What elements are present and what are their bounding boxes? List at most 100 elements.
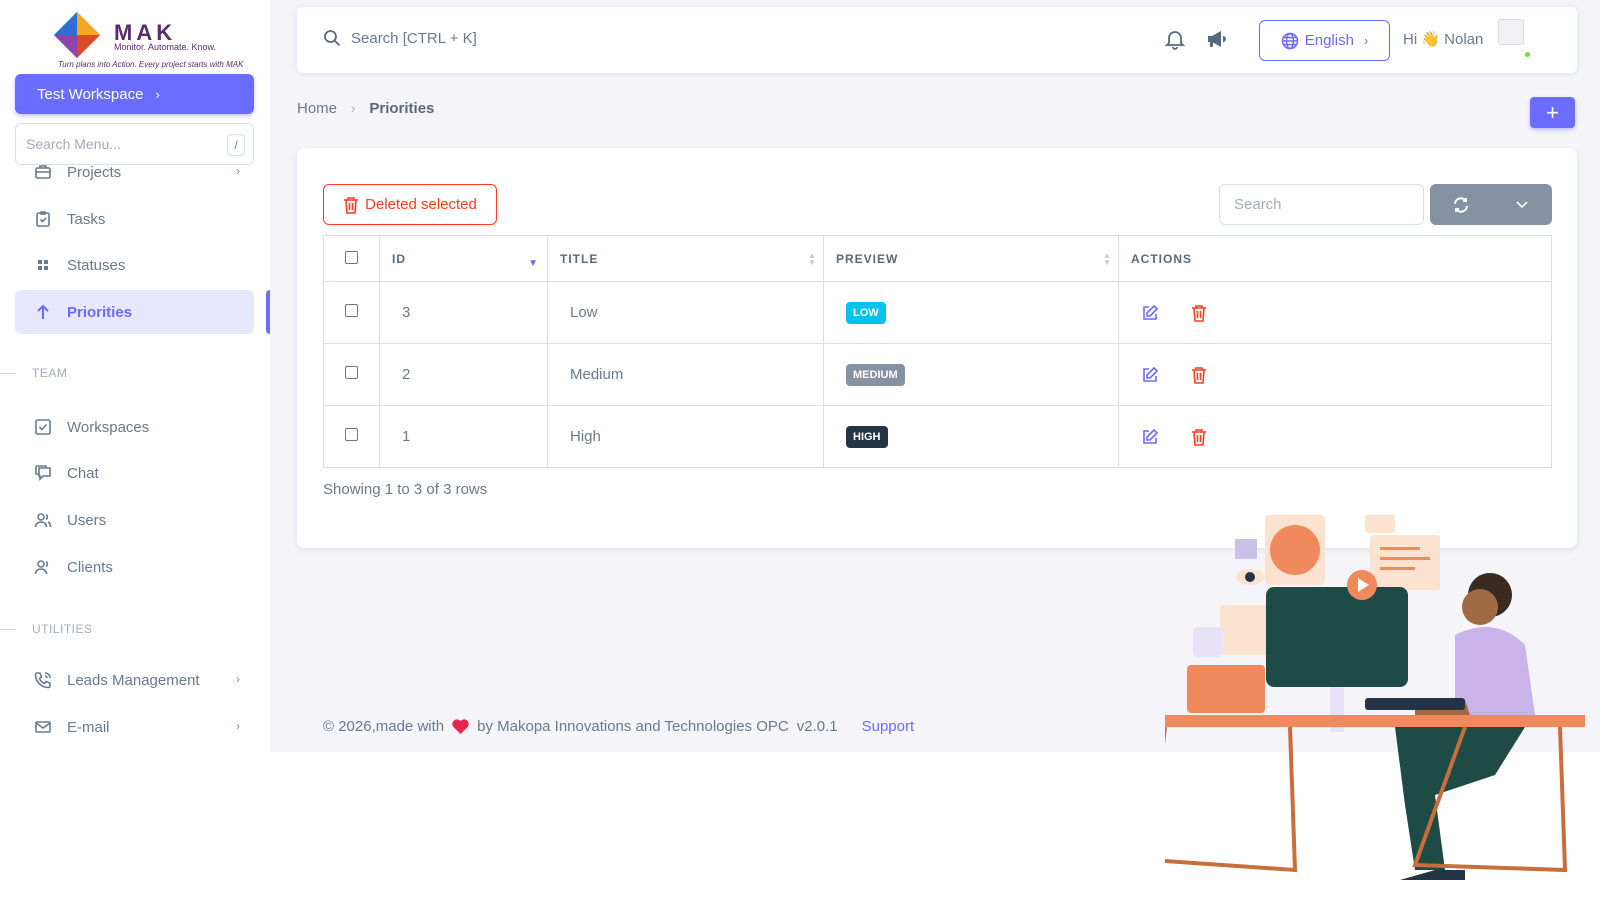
global-search-input[interactable]: Search [CTRL + K] xyxy=(323,29,477,47)
add-priority-button[interactable]: + xyxy=(1530,97,1575,128)
edit-icon[interactable] xyxy=(1141,366,1159,384)
row-select-cell xyxy=(323,343,380,406)
sidebar-item-label: Users xyxy=(67,511,107,529)
sidebar-item-chat[interactable]: Chat xyxy=(15,451,254,495)
pagination-info: Showing 1 to 3 of 3 rows xyxy=(323,481,488,498)
column-header-actions: ACTIONS xyxy=(1118,235,1552,282)
breadcrumb: Home › Priorities xyxy=(297,100,434,117)
arrow-up-icon xyxy=(33,302,53,322)
developer-illustration xyxy=(1165,515,1585,880)
support-link[interactable]: Support xyxy=(862,718,915,735)
online-status-indicator xyxy=(1523,50,1532,59)
columns-dropdown-toggle[interactable] xyxy=(1492,200,1552,209)
user-avatar[interactable] xyxy=(1498,19,1538,59)
cell-preview: MEDIUM xyxy=(823,343,1119,406)
mail-icon xyxy=(33,717,53,737)
workspace-label: Test Workspace xyxy=(37,85,144,103)
cell-actions xyxy=(1118,281,1552,344)
row-checkbox[interactable] xyxy=(345,304,358,317)
brand-logo[interactable]: MAK Monitor. Automate. Know. Turn plans … xyxy=(48,6,243,72)
column-header-title[interactable]: TITLE ▲ ▼ xyxy=(547,235,824,282)
row-select-cell xyxy=(323,405,380,468)
section-divider xyxy=(0,373,16,374)
row-checkbox[interactable] xyxy=(345,366,358,379)
bell-icon[interactable] xyxy=(1163,27,1187,56)
row-select-cell xyxy=(323,281,380,344)
cell-preview: HIGH xyxy=(823,405,1119,468)
sidebar-item-users[interactable]: Users xyxy=(15,498,254,542)
delete-selected-button[interactable]: Deleted selected xyxy=(323,184,497,225)
cell-title: High xyxy=(547,405,824,468)
copyright-text: © 2026,made with xyxy=(323,718,445,735)
column-label: ID xyxy=(392,251,406,266)
sidebar-item-label: Workspaces xyxy=(67,418,150,436)
chevron-right-icon: › xyxy=(236,719,240,733)
priorities-card: Deleted selected Search ID ▼ TITLE ▲ ▼ P… xyxy=(297,148,1577,548)
workspace-switcher-button[interactable]: Test Workspace › xyxy=(15,74,254,114)
table-header-row: ID ▼ TITLE ▲ ▼ PREVIEW ▲ ▼ ACTIONS xyxy=(323,235,1552,282)
cell-id: 3 xyxy=(379,281,548,344)
table-tools-button-group xyxy=(1430,184,1552,225)
company-text: by Makopa Innovations and Technologies O… xyxy=(477,718,789,735)
sort-icon: ▲ ▼ xyxy=(1103,251,1112,267)
sidebar-item-projects[interactable]: Projects › xyxy=(15,150,254,194)
chat-icon xyxy=(33,463,53,483)
refresh-icon[interactable] xyxy=(1430,196,1492,213)
sidebar-item-clients[interactable]: Clients xyxy=(15,545,254,589)
brand-tagline: Monitor. Automate. Know. xyxy=(114,42,217,52)
cell-preview: LOW xyxy=(823,281,1119,344)
select-all-checkbox[interactable] xyxy=(345,250,358,264)
avatar-image xyxy=(1498,19,1524,45)
sidebar-item-label: Chat xyxy=(67,464,99,482)
version-text: v2.0.1 xyxy=(796,718,838,735)
search-icon xyxy=(323,29,341,47)
chevron-right-icon: › xyxy=(236,672,240,686)
table-row: 3 Low LOW xyxy=(323,281,1552,344)
trash-icon[interactable] xyxy=(1191,366,1207,384)
sort-icon: ▲ ▼ xyxy=(808,251,817,267)
sidebar-item-workspaces[interactable]: Workspaces xyxy=(15,405,254,449)
clipboard-check-icon xyxy=(33,209,53,229)
brand-slogan: Turn plans into Action. Every project st… xyxy=(58,60,244,69)
chevron-right-icon: › xyxy=(1363,33,1369,48)
sidebar-item-label: E-mail xyxy=(67,718,110,736)
column-label: PREVIEW xyxy=(836,251,899,266)
logo-diamond-icon xyxy=(54,12,100,58)
chevron-right-icon: › xyxy=(155,86,160,102)
edit-icon[interactable] xyxy=(1141,304,1159,322)
sidebar-item-tasks[interactable]: Tasks xyxy=(15,197,254,241)
cell-id: 1 xyxy=(379,405,548,468)
sidebar-item-statuses[interactable]: Statuses xyxy=(15,243,254,287)
megaphone-icon[interactable] xyxy=(1205,27,1229,56)
language-selector-button[interactable]: English › xyxy=(1259,20,1390,61)
column-header-preview[interactable]: PREVIEW ▲ ▼ xyxy=(823,235,1119,282)
trash-icon xyxy=(343,196,359,214)
sidebar-item-leads-management[interactable]: Leads Management › xyxy=(15,658,254,702)
table-search-input[interactable]: Search xyxy=(1219,184,1424,225)
briefcase-icon xyxy=(33,162,53,182)
column-label: ACTIONS xyxy=(1131,251,1192,266)
trash-icon[interactable] xyxy=(1191,428,1207,446)
column-label: TITLE xyxy=(560,251,599,266)
select-all-cell xyxy=(323,235,380,282)
sidebar-item-label: Clients xyxy=(67,558,113,576)
sidebar-item-label: Statuses xyxy=(67,256,126,274)
breadcrumb-home-link[interactable]: Home xyxy=(297,100,337,117)
breadcrumb-current: Priorities xyxy=(369,100,435,117)
user-greeting: Hi 👋 Nolan xyxy=(1403,31,1484,48)
sidebar-item-priorities[interactable]: Priorities xyxy=(15,290,254,334)
trash-icon[interactable] xyxy=(1191,304,1207,322)
sidebar-item-email[interactable]: E-mail › xyxy=(15,705,254,749)
row-checkbox[interactable] xyxy=(345,428,358,441)
priority-badge: HIGH xyxy=(846,425,888,448)
edit-icon[interactable] xyxy=(1141,428,1159,446)
phone-call-icon xyxy=(33,670,53,690)
global-search-placeholder: Search [CTRL + K] xyxy=(351,29,477,47)
section-header-utilities: UTILITIES xyxy=(32,622,93,636)
cell-id: 2 xyxy=(379,343,548,406)
globe-icon xyxy=(1281,32,1299,50)
column-header-id[interactable]: ID ▼ xyxy=(379,235,548,282)
sidebar: MAK Monitor. Automate. Know. Turn plans … xyxy=(0,0,270,752)
delete-selected-label: Deleted selected xyxy=(365,196,477,213)
page-footer: © 2026,made with by Makopa Innovations a… xyxy=(323,718,914,735)
